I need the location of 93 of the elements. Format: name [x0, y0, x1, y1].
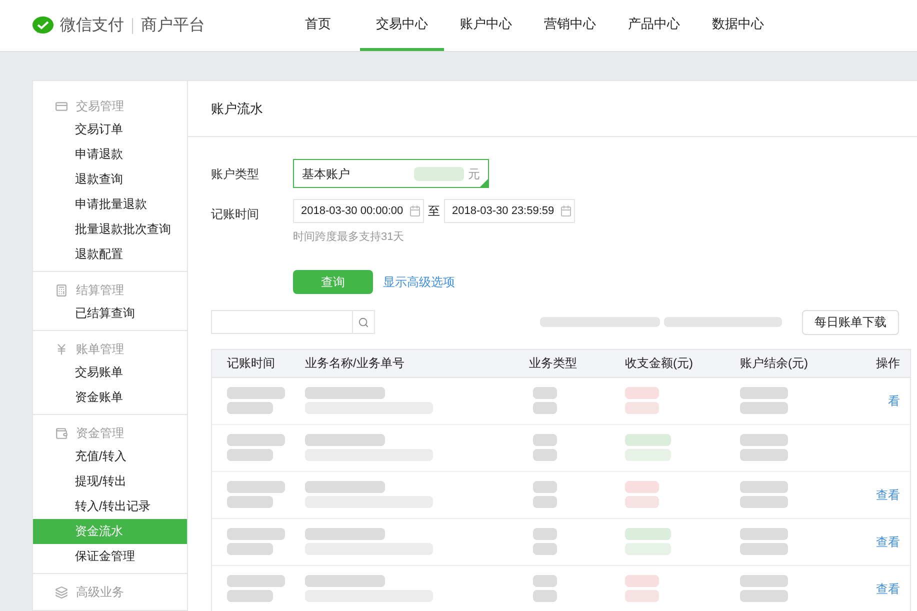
daily-bill-download-button[interactable]: 每日账单下载	[802, 310, 899, 334]
redacted-block	[740, 575, 788, 587]
column-header: 收支金额(元)	[625, 355, 694, 372]
redacted-block	[533, 449, 557, 461]
card-icon	[55, 100, 68, 112]
redacted-block	[227, 575, 285, 587]
section-title: 结算管理	[76, 282, 124, 299]
redacted-block	[533, 496, 557, 508]
redacted-block	[533, 575, 557, 587]
redacted-block	[625, 496, 659, 508]
redacted-block	[625, 543, 671, 555]
column-header: 操作	[875, 355, 901, 372]
start-date-field[interactable]: 2018-03-30 00:00:00	[293, 199, 424, 223]
nav-tab[interactable]: 产品中心	[612, 0, 696, 51]
sidebar-item[interactable]: 批量退款批次查询	[33, 217, 187, 242]
redacted-block	[625, 528, 671, 540]
calendar-icon	[560, 205, 572, 217]
redacted-block	[625, 449, 671, 461]
redacted-block	[625, 434, 671, 446]
calendar-icon	[409, 205, 421, 217]
redacted-block	[227, 402, 273, 414]
redacted-block	[740, 434, 788, 446]
redacted-block	[625, 481, 659, 493]
column-header: 业务名称/业务单号	[305, 355, 406, 372]
brand-subtitle: 商户平台	[141, 16, 205, 36]
redacted-block	[533, 402, 557, 414]
redacted-block	[533, 590, 557, 602]
redacted-block	[625, 387, 659, 399]
nav-tab[interactable]: 账户中心	[444, 0, 528, 51]
section-title: 账单管理	[76, 341, 124, 358]
sidebar-item[interactable]: 退款配置	[33, 242, 187, 267]
sidebar-item[interactable]: 保证金管理	[33, 544, 187, 569]
sidebar-item[interactable]: 充值/转入	[33, 444, 187, 469]
redacted-block	[227, 528, 285, 540]
sidebar-item[interactable]: 提现/转出	[33, 469, 187, 494]
section-title: 交易管理	[76, 98, 124, 115]
range-separator: 至	[428, 203, 440, 220]
redacted-block	[227, 543, 273, 555]
redacted-block	[740, 449, 788, 461]
section-title: 资金管理	[76, 425, 124, 442]
sidebar-item[interactable]: 申请批量退款	[33, 192, 187, 217]
redacted-block	[740, 387, 788, 399]
redacted-block	[740, 590, 788, 602]
redacted-block	[227, 387, 285, 399]
sidebar-item[interactable]: 退款查询	[33, 167, 187, 192]
redacted-block	[740, 402, 788, 414]
sidebar-item[interactable]: 交易账单	[33, 360, 187, 385]
sidebar-item[interactable]: 交易订单	[33, 117, 187, 142]
redacted-block	[740, 543, 788, 555]
calculator-icon	[55, 284, 68, 296]
redacted-block	[625, 402, 659, 414]
account-type-field[interactable]: 基本账户 元	[293, 159, 489, 188]
layers-icon	[55, 586, 68, 598]
redacted-block	[740, 481, 788, 493]
nav-tab[interactable]: 交易中心	[360, 0, 444, 51]
redacted-block	[740, 496, 788, 508]
page-title: 账户流水	[211, 100, 263, 118]
redacted-block	[533, 543, 557, 555]
chat-bubble-logo-icon	[32, 16, 54, 36]
redacted-block	[227, 496, 273, 508]
search-icon	[358, 316, 369, 328]
field-label: 记账时间	[211, 206, 260, 223]
end-date-field[interactable]: 2018-03-30 23:59:59	[444, 199, 575, 223]
column-header: 业务类型	[529, 355, 578, 372]
nav-tab[interactable]: 数据中心	[696, 0, 780, 51]
corner-mark-icon	[480, 179, 488, 187]
section-title: 高级业务	[76, 584, 124, 601]
nav-tab[interactable]: 营销中心	[528, 0, 612, 51]
search-field[interactable]	[211, 310, 375, 334]
redacted-block	[227, 590, 273, 602]
redacted-block	[227, 434, 285, 446]
sidebar-item[interactable]: 资金账单	[33, 385, 187, 410]
redacted-block	[533, 387, 557, 399]
yen-icon	[55, 342, 68, 356]
brand-name: 微信支付	[60, 16, 124, 36]
hint-text: 时间跨度最多支持31天	[293, 230, 406, 245]
nav-tab[interactable]: 首页	[276, 0, 360, 51]
sidebar-item[interactable]: 已结算查询	[33, 301, 187, 326]
redacted-block	[227, 481, 285, 493]
redacted-block	[227, 449, 273, 461]
redacted-block	[533, 528, 557, 540]
wallet-icon	[55, 426, 68, 440]
column-header: 账户结余(元)	[740, 355, 809, 372]
sidebar-item[interactable]: 申请退款	[33, 142, 187, 167]
sidebar-item[interactable]: 转入/转出记录	[33, 494, 187, 519]
redacted-block	[533, 434, 557, 446]
field-label: 账户类型	[211, 166, 260, 183]
redacted-block	[533, 481, 557, 493]
redacted-block	[414, 166, 464, 180]
column-header: 记账时间	[226, 355, 276, 372]
redacted-block	[625, 590, 659, 602]
redacted-block	[625, 575, 659, 587]
redacted-block	[740, 528, 788, 540]
